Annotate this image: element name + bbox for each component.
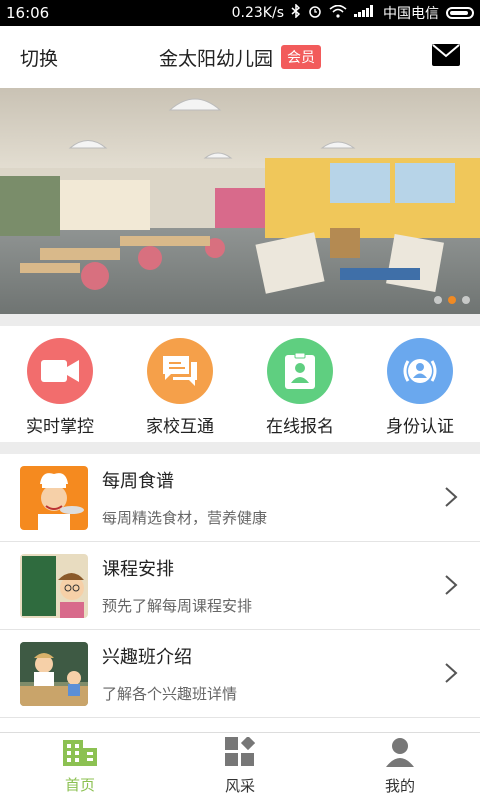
battery-icon xyxy=(446,7,474,19)
quick-action-verify[interactable]: 身份认证 xyxy=(360,326,480,442)
bluetooth-icon xyxy=(291,3,301,22)
chat-icon xyxy=(147,338,213,404)
banner-carousel[interactable] xyxy=(0,88,480,314)
chevron-right-icon xyxy=(444,486,458,508)
list-item-texts: 课程安排 预先了解每周课程安排 xyxy=(102,555,252,616)
chevron-right-icon xyxy=(444,574,458,596)
quick-action-label: 身份认证 xyxy=(386,417,454,437)
nav-label: 首页 xyxy=(64,776,95,794)
app-header: 切换 金太阳幼儿园 会员 xyxy=(0,26,480,88)
nav-showcase[interactable]: 风采 xyxy=(160,733,320,800)
quick-action-label: 实时掌控 xyxy=(26,417,94,437)
grid-icon xyxy=(225,735,256,771)
switch-button[interactable]: 切换 xyxy=(20,44,58,71)
teacher-thumbnail xyxy=(20,641,88,706)
list-item-title: 课程安排 xyxy=(102,559,174,580)
feature-list: 每周食谱 每周精选食材，营养健康 课程 课程安排 预先了解每周课程安排 兴趣班介… xyxy=(0,454,480,718)
course-thumbnail: 课程 xyxy=(20,500,108,618)
carousel-indicator xyxy=(434,296,470,304)
list-item-weekly-menu[interactable]: 每周食谱 每周精选食材，营养健康 xyxy=(0,454,480,542)
chef-thumbnail xyxy=(20,465,88,530)
nav-home[interactable]: 首页 xyxy=(0,733,160,800)
nav-label: 风采 xyxy=(224,777,255,795)
alarm-icon xyxy=(308,4,322,22)
id-badge-icon xyxy=(267,338,333,404)
person-icon xyxy=(385,737,415,771)
status-bar: 16:06 0.23K/s 中国电信 xyxy=(0,0,480,26)
user-shield-icon xyxy=(387,338,453,404)
video-camera-icon xyxy=(27,338,93,404)
list-item-title: 每周食谱 xyxy=(102,471,174,492)
signal-icon xyxy=(354,5,376,21)
list-item-texts: 每周食谱 每周精选食材，营养健康 xyxy=(102,467,267,528)
quick-action-message[interactable]: 家校互通 xyxy=(120,326,240,442)
list-item-texts: 兴趣班介绍 了解各个兴趣班详情 xyxy=(102,643,237,704)
nav-label: 我的 xyxy=(384,777,415,795)
member-badge: 会员 xyxy=(281,45,321,69)
list-item-subtitle: 每周精选食材，营养健康 xyxy=(102,509,268,527)
list-item-subtitle: 预先了解每周课程安排 xyxy=(102,597,253,615)
quick-action-enroll[interactable]: 在线报名 xyxy=(240,326,360,442)
building-icon xyxy=(63,738,97,770)
quick-actions: 实时掌控 家校互通 在线报名 身份认证 xyxy=(0,326,480,442)
list-item-interest-class[interactable]: 兴趣班介绍 了解各个兴趣班详情 xyxy=(0,630,480,718)
list-item-subtitle: 了解各个兴趣班详情 xyxy=(102,685,238,703)
header-title-group: 金太阳幼儿园 会员 xyxy=(0,44,480,71)
carousel-dot-active[interactable] xyxy=(448,296,456,304)
page-title: 金太阳幼儿园 xyxy=(158,47,273,70)
nav-mine[interactable]: 我的 xyxy=(320,733,480,800)
bottom-nav: 首页 风采 我的 xyxy=(0,732,480,800)
network-speed: 0.23K/s xyxy=(231,5,284,21)
mail-icon[interactable] xyxy=(432,44,460,66)
carrier-name: 中国电信 xyxy=(383,6,439,22)
quick-action-label: 在线报名 xyxy=(266,417,334,437)
list-item-course-schedule[interactable]: 课程 课程安排 预先了解每周课程安排 xyxy=(0,500,480,630)
wifi-icon xyxy=(329,4,347,22)
status-right: 0.23K/s 中国电信 xyxy=(232,3,474,23)
carousel-dot[interactable] xyxy=(434,296,442,304)
quick-action-live[interactable]: 实时掌控 xyxy=(0,326,120,442)
quick-action-label: 家校互通 xyxy=(146,417,214,437)
list-item-title: 兴趣班介绍 xyxy=(102,647,192,668)
carousel-dot[interactable] xyxy=(462,296,470,304)
status-time: 16:06 xyxy=(6,4,50,22)
section-divider xyxy=(0,442,480,454)
chevron-right-icon xyxy=(444,662,458,684)
classroom-photo xyxy=(0,88,480,314)
section-divider xyxy=(0,314,480,326)
